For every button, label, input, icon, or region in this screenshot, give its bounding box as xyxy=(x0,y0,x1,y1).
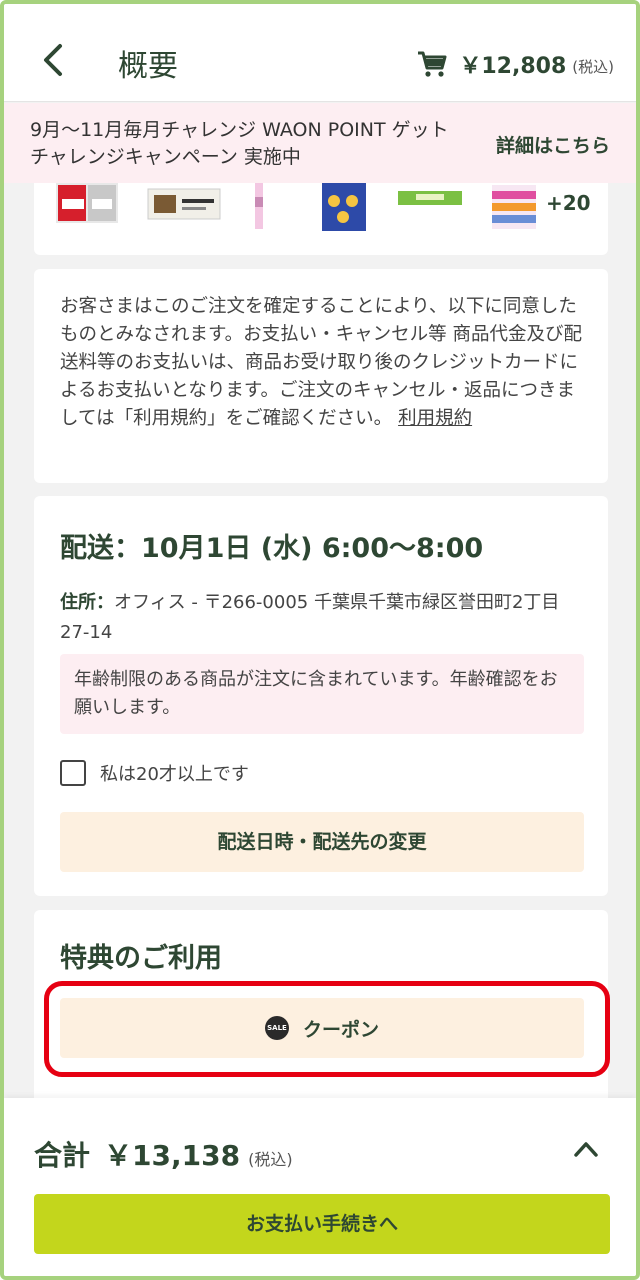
checkbox-box[interactable] xyxy=(60,760,86,786)
app-frame: 概要 ￥12,808 (税込) 9月～11月毎月チャレンジ WAON POINT… xyxy=(0,0,640,1280)
terms-text: お客さまはこのご注文を確定することにより、以下に同意したものとみなされます。お支… xyxy=(60,293,590,433)
change-delivery-button[interactable]: 配送日時・配送先の変更 xyxy=(60,812,584,872)
campaign-banner: 9月～11月毎月チャレンジ WAON POINT ゲットチャレンジキャンペーン … xyxy=(4,103,636,183)
cart-total: ￥12,808 xyxy=(459,54,567,79)
address-value: オフィス - 〒266-0005 千葉県千葉市緑区誉田町2丁目27-14 xyxy=(60,592,560,643)
delivery-address: 住所：オフィス - 〒266-0005 千葉県千葉市緑区誉田町2丁目27-14 xyxy=(60,588,580,648)
cart-icon xyxy=(418,51,447,77)
age-confirm-label: 私は20才以上です xyxy=(100,764,249,785)
page-title: 概要 xyxy=(118,49,178,84)
delivery-card: 配送：10月1日 (水) 6:00～8:00 住所：オフィス - 〒266-00… xyxy=(34,496,608,896)
campaign-text: 9月～11月毎月チャレンジ WAON POINT ゲットチャレンジキャンペーン … xyxy=(30,119,449,168)
footer-summary: 合計 ￥13,138 (税込) お支払い手続きへ xyxy=(4,1098,636,1276)
product-thumbnail-wrap xyxy=(398,191,462,205)
coupon-highlight-frame xyxy=(44,981,610,1077)
terms-card: お客さまはこのご注文を確定することにより、以下に同意したものとみなされます。お支… xyxy=(34,269,608,483)
cart-summary[interactable]: ￥12,808 (税込) xyxy=(417,48,614,80)
back-arrow-icon[interactable] xyxy=(40,42,68,78)
chevron-up-icon[interactable] xyxy=(572,1138,600,1160)
age-confirm-checkbox[interactable]: 私は20才以上です xyxy=(60,760,249,786)
order-items-card[interactable]: +20 xyxy=(34,183,608,255)
proceed-payment-button[interactable]: お支払い手続きへ xyxy=(34,1194,610,1254)
address-label: 住所： xyxy=(60,592,114,613)
more-items-count: +20 xyxy=(546,191,591,215)
age-restriction-notice: 年齢制限のある商品が注文に含まれています。年齢確認をお願いします。 xyxy=(60,654,584,734)
delivery-title: 配送：10月1日 (水) 6:00～8:00 xyxy=(60,533,484,564)
total-tax-label: (税込) xyxy=(248,1150,293,1169)
footer-total: 合計 ￥13,138 (税込) xyxy=(34,1134,293,1174)
total-label: 合計 xyxy=(34,1139,91,1172)
total-amount: ￥13,138 xyxy=(104,1139,241,1172)
cart-tax-label: (税込) xyxy=(572,57,614,76)
benefits-title: 特典のご利用 xyxy=(60,943,222,974)
product-thumbnail-food-pack xyxy=(147,188,221,220)
product-thumbnail-tissue xyxy=(492,185,536,229)
campaign-details-link[interactable]: 詳細はこちら xyxy=(496,131,610,158)
product-thumbnail-snack-box xyxy=(322,183,366,231)
product-thumbnail-bottle xyxy=(255,183,263,229)
terms-body: お客さまはこのご注文を確定することにより、以下に同意したものとみなされます。お支… xyxy=(60,296,583,429)
terms-link[interactable]: 利用規約 xyxy=(398,408,472,429)
product-thumbnail-beer xyxy=(56,183,118,223)
header: 概要 ￥12,808 (税込) xyxy=(4,4,636,102)
